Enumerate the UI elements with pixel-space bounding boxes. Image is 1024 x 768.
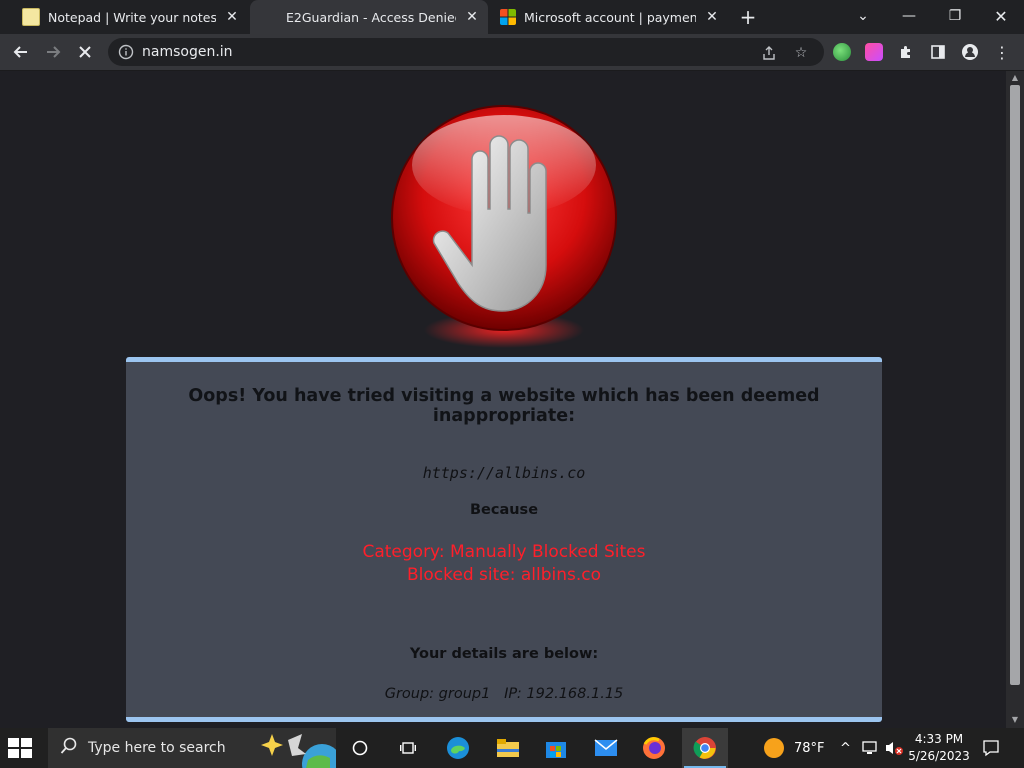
windows-taskbar: Type here to search 78°F ^ 4:33 PM 5/26/…: [0, 728, 1024, 768]
minimize-icon[interactable]: —: [886, 0, 932, 32]
tab-title: Notepad | Write your notes onlin: [48, 9, 216, 25]
group-ip-text: Group: group1 IP: 192.168.1.15: [384, 686, 624, 702]
scroll-up-icon[interactable]: ▲: [1010, 73, 1020, 83]
tab-title: Microsoft account | payment opti: [524, 9, 696, 25]
tab-notepad[interactable]: Notepad | Write your notes onlin ✕: [10, 0, 248, 34]
back-icon[interactable]: [6, 37, 36, 67]
taskbar-search-box[interactable]: Type here to search: [48, 728, 336, 768]
because-label: Because: [469, 502, 539, 518]
weather-widget[interactable]: 78°F: [764, 728, 825, 768]
tab-e2guardian[interactable]: E2Guardian - Access Denied ✕: [250, 0, 488, 34]
menu-kebab-icon[interactable]: ⋮: [987, 37, 1017, 67]
volume-muted-icon[interactable]: [884, 728, 904, 768]
address-bar[interactable]: namsogen.in ☆: [108, 38, 824, 66]
window-close-icon[interactable]: ✕: [978, 0, 1024, 32]
forward-icon[interactable]: [38, 37, 68, 67]
extension-pink-icon[interactable]: [865, 43, 883, 61]
close-icon[interactable]: ✕: [704, 9, 720, 25]
blocked-url: https://allbins.co: [422, 464, 586, 482]
microsoft-icon: [500, 9, 516, 25]
edge-icon[interactable]: [444, 734, 472, 762]
tab-search-chevron-icon[interactable]: ⌄: [840, 0, 886, 32]
scroll-down-icon[interactable]: ▼: [1010, 715, 1020, 725]
search-placeholder: Type here to search: [88, 740, 226, 756]
close-icon[interactable]: ✕: [224, 9, 240, 25]
tab-microsoft[interactable]: Microsoft account | payment opti ✕: [490, 0, 728, 34]
details-heading: Your details are below:: [409, 646, 599, 662]
firefox-icon[interactable]: [640, 734, 668, 762]
bookmark-star-icon[interactable]: ☆: [792, 44, 810, 62]
denied-message: Oops! You have tried visiting a website …: [188, 386, 820, 426]
search-icon: [60, 737, 80, 759]
info-icon[interactable]: [118, 44, 134, 60]
blocked-site-text: Blocked site: allbins.co: [406, 565, 602, 585]
clock-date: 5/26/2023: [908, 749, 970, 763]
stop-hand-icon: [391, 105, 617, 348]
notifications-icon[interactable]: [982, 728, 1000, 768]
network-icon[interactable]: [862, 728, 880, 768]
weather-temp: 78°F: [794, 740, 825, 756]
access-denied-panel: Oops! You have tried visiting a website …: [126, 357, 882, 722]
url-text: namsogen.in: [142, 44, 233, 60]
file-explorer-icon[interactable]: [494, 734, 522, 762]
side-panel-icon[interactable]: [923, 37, 953, 67]
new-tab-button[interactable]: +: [736, 5, 760, 29]
profile-avatar-icon[interactable]: [955, 37, 985, 67]
mail-icon[interactable]: [592, 734, 620, 762]
e2guardian-icon: [262, 9, 278, 25]
scroll-thumb[interactable]: [1010, 85, 1020, 685]
task-view-icon[interactable]: [394, 734, 422, 762]
show-hidden-icons-chevron-icon[interactable]: ^: [840, 728, 851, 768]
restore-icon[interactable]: ❐: [932, 0, 978, 32]
extensions-puzzle-icon[interactable]: [891, 37, 921, 67]
tab-strip: Notepad | Write your notes onlin ✕ E2Gua…: [0, 0, 1024, 34]
extension-globe-icon[interactable]: [833, 43, 851, 61]
clock-time: 4:33 PM: [914, 732, 964, 746]
page-content: Oops! You have tried visiting a website …: [0, 71, 1006, 728]
vertical-scrollbar[interactable]: ▲ ▼: [1006, 71, 1024, 728]
category-text: Category: Manually Blocked Sites: [362, 542, 646, 562]
weather-sun-icon: [764, 738, 784, 758]
cortana-icon[interactable]: [346, 734, 374, 762]
search-highlight-icon: [261, 734, 336, 768]
stop-loading-icon[interactable]: [70, 37, 100, 67]
share-icon[interactable]: [760, 44, 778, 62]
microsoft-store-icon[interactable]: [542, 734, 570, 762]
chrome-icon[interactable]: [691, 734, 719, 762]
windows-start-icon[interactable]: [8, 738, 32, 758]
close-icon[interactable]: ✕: [464, 9, 480, 25]
notepad-icon: [22, 8, 40, 26]
system-clock[interactable]: 4:33 PM 5/26/2023: [902, 731, 976, 765]
tab-title: E2Guardian - Access Denied: [286, 9, 456, 25]
